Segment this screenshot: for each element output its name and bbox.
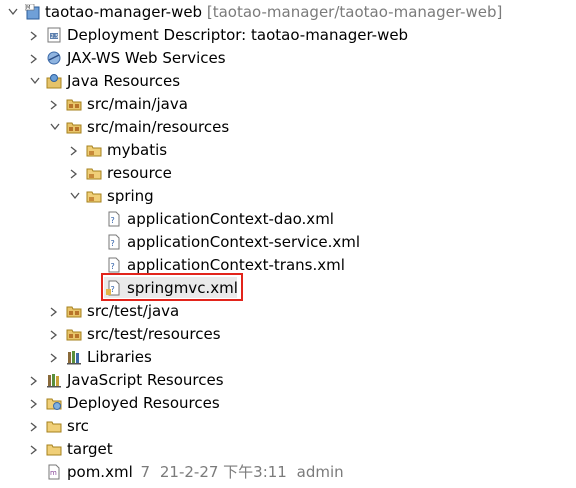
tree-item-file[interactable]: ? applicationContext-service.xml <box>0 231 576 254</box>
web-services-icon <box>46 50 62 66</box>
javascript-resources-icon <box>46 372 62 388</box>
tree-item-springmvc[interactable]: ? springmvc.xml <box>0 277 576 300</box>
tree-item-spring[interactable]: spring <box>0 185 576 208</box>
tree-item-deployed-resources[interactable]: Deployed Resources <box>0 392 576 415</box>
tree-item-mybatis[interactable]: mybatis <box>0 139 576 162</box>
chevron-right-icon[interactable] <box>29 369 41 392</box>
xml-file-icon: ? <box>106 257 122 273</box>
tree-item-src-test-java[interactable]: src/test/java <box>0 300 576 323</box>
project-path: [taotao-manager/taotao-manager-web] <box>206 3 503 21</box>
folder-icon <box>86 142 102 158</box>
maven-pom-icon: m <box>46 464 62 480</box>
pom-version: 7 <box>140 463 151 481</box>
source-folder-icon <box>66 96 82 112</box>
libraries-icon <box>66 349 82 365</box>
svg-text:M: M <box>26 5 30 11</box>
chevron-right-icon[interactable] <box>49 323 61 346</box>
chevron-right-icon[interactable] <box>29 392 41 415</box>
tree-item-file[interactable]: ? applicationContext-dao.xml <box>0 208 576 231</box>
tree-item-deployment-descriptor[interactable]: 2.5 Deployment Descriptor: taotao-manage… <box>0 24 576 47</box>
xml-file-icon: ? <box>106 280 122 296</box>
tree-item-javascript-resources[interactable]: JavaScript Resources <box>0 369 576 392</box>
folder-icon <box>86 165 102 181</box>
source-folder-icon <box>66 119 82 135</box>
svg-text:?: ? <box>111 262 115 271</box>
chevron-down-icon[interactable] <box>69 185 81 208</box>
tree-item-src-main-resources[interactable]: src/main/resources <box>0 116 576 139</box>
deployed-resources-icon <box>46 395 62 411</box>
chevron-down-icon[interactable] <box>7 1 19 24</box>
chevron-right-icon[interactable] <box>49 346 61 369</box>
java-resources-icon <box>46 73 62 89</box>
deployment-descriptor-icon: 2.5 <box>46 27 62 43</box>
tree-item-src-main-java[interactable]: src/main/java <box>0 93 576 116</box>
tree-item-java-resources[interactable]: Java Resources <box>0 70 576 93</box>
chevron-right-icon[interactable] <box>29 415 41 438</box>
xml-file-icon: ? <box>106 211 122 227</box>
xml-file-icon: ? <box>106 234 122 250</box>
tree-item-project[interactable]: M taotao-manager-web [taotao-manager/tao… <box>0 1 576 24</box>
folder-icon <box>86 188 102 204</box>
svg-text:?: ? <box>111 216 115 225</box>
project-name: taotao-manager-web [taotao-manager/taota… <box>45 3 503 21</box>
source-folder-icon <box>66 303 82 319</box>
chevron-right-icon[interactable] <box>49 300 61 323</box>
chevron-down-icon[interactable] <box>29 70 41 93</box>
tree-item-target[interactable]: target <box>0 438 576 461</box>
svg-text:?: ? <box>111 285 115 294</box>
source-folder-icon <box>66 326 82 342</box>
pom-label: pom.xml 7 21-2-27 下午3:11 admin <box>67 461 344 484</box>
svg-text:2.5: 2.5 <box>51 34 59 40</box>
svg-text:m: m <box>50 469 57 477</box>
web-project-icon: M <box>24 3 41 20</box>
tree-item-file[interactable]: ? applicationContext-trans.xml <box>0 254 576 277</box>
tree-item-src[interactable]: src <box>0 415 576 438</box>
chevron-right-icon[interactable] <box>29 24 41 47</box>
tree-item-jaxws[interactable]: JAX-WS Web Services <box>0 47 576 70</box>
pom-author: admin <box>296 463 344 481</box>
chevron-right-icon[interactable] <box>69 162 81 185</box>
project-explorer-tree: M taotao-manager-web [taotao-manager/tao… <box>0 0 576 488</box>
tree-item-libraries[interactable]: Libraries <box>0 346 576 369</box>
tree-item-resource[interactable]: resource <box>0 162 576 185</box>
chevron-right-icon[interactable] <box>69 139 81 162</box>
pom-name: pom.xml <box>67 463 133 481</box>
folder-icon <box>46 441 62 457</box>
chevron-down-icon[interactable] <box>49 116 61 139</box>
chevron-right-icon[interactable] <box>29 47 41 70</box>
tree-item-pom[interactable]: m pom.xml 7 21-2-27 下午3:11 admin <box>0 461 576 484</box>
pom-date: 21-2-27 下午3:11 <box>159 463 287 481</box>
chevron-right-icon[interactable] <box>29 438 41 461</box>
tree-item-src-test-resources[interactable]: src/test/resources <box>0 323 576 346</box>
folder-icon <box>46 418 62 434</box>
svg-text:?: ? <box>111 239 115 248</box>
chevron-right-icon[interactable] <box>49 93 61 116</box>
